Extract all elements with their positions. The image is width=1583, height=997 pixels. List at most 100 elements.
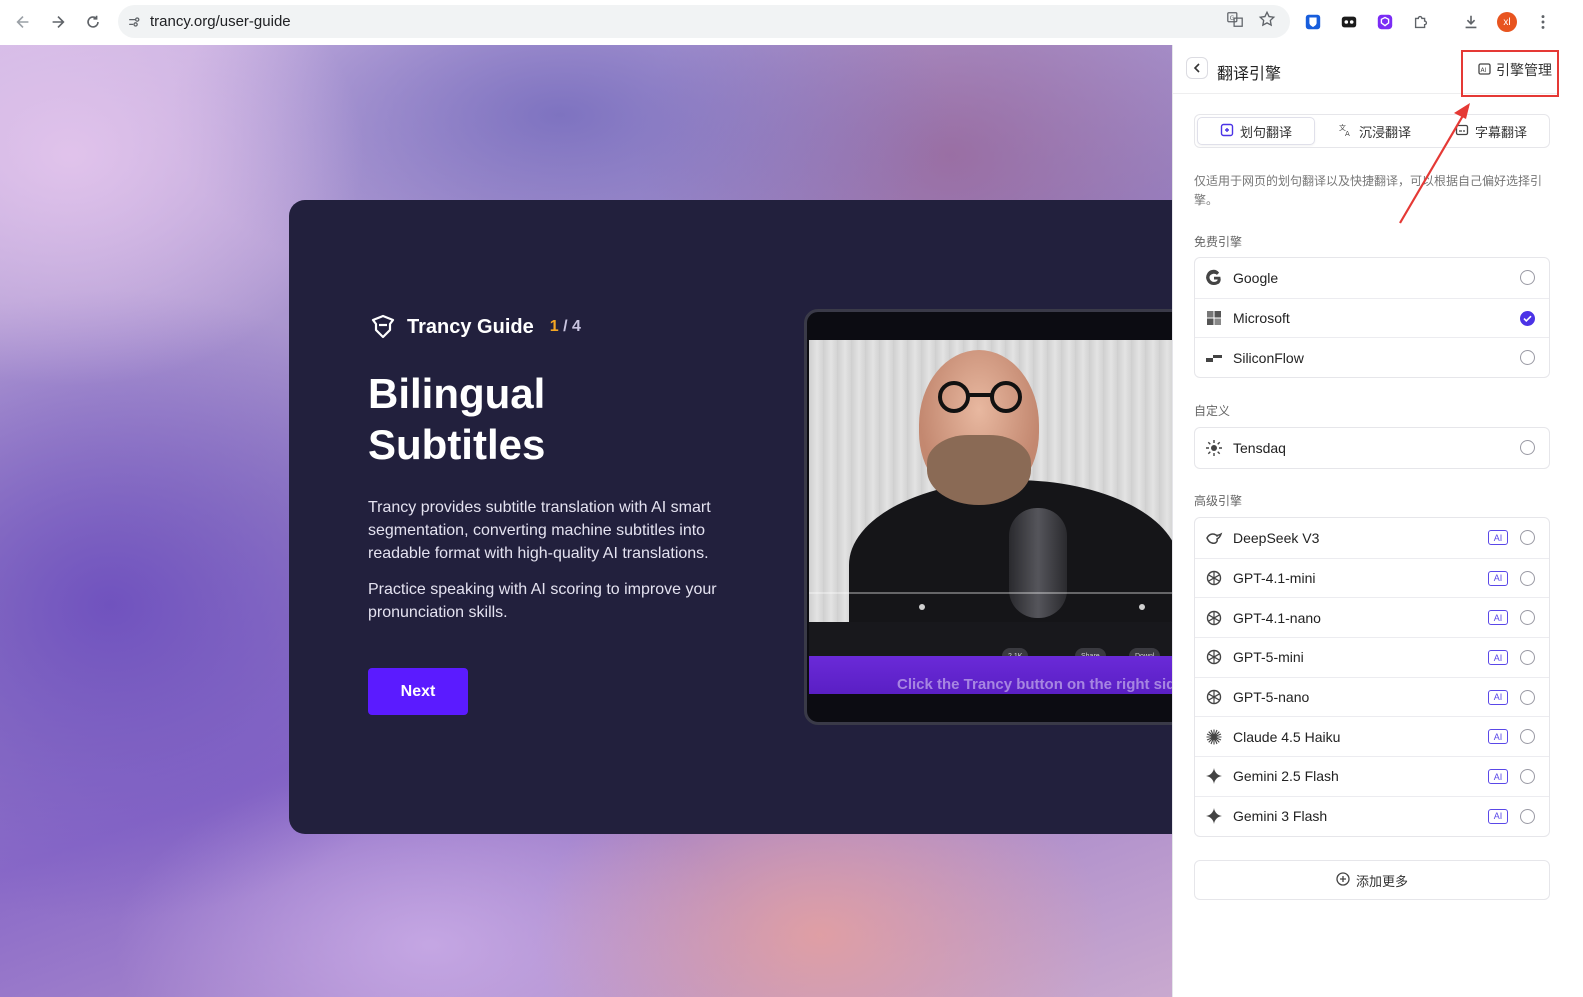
engine-row-gemini-2-5-flash[interactable]: Gemini 2.5 Flash AI — [1195, 756, 1549, 796]
ai-badge: AI — [1488, 769, 1508, 785]
panel-tabs: 划句翻译 文A 沉浸翻译 字幕翻译 — [1194, 114, 1550, 148]
google-icon — [1205, 269, 1223, 287]
engine-row-gpt-4-1-mini[interactable]: GPT-4.1-mini AI — [1195, 557, 1549, 598]
engine-radio[interactable] — [1520, 769, 1535, 785]
panel-back-button[interactable] — [1186, 57, 1208, 79]
subtitle-translate-icon — [1455, 123, 1469, 140]
engine-name: Tensdaq — [1233, 439, 1286, 456]
engine-name: GPT-4.1-nano — [1233, 609, 1321, 626]
guide-step-current: 1 — [549, 318, 559, 335]
bitwarden-extension-icon[interactable] — [1300, 9, 1326, 35]
engine-radio[interactable] — [1520, 808, 1535, 824]
profile-avatar[interactable]: xl — [1494, 9, 1520, 35]
engine-name: GPT-5-nano — [1233, 689, 1310, 706]
translation-engine-panel: 翻译引擎 AI 引擎管理 划句翻译 文A 沉浸翻译 字幕翻译 仅适用于网页的划句… — [1172, 45, 1583, 997]
free-engine-group: Google Microsoft SiliconFlow — [1194, 257, 1550, 379]
video-play-icon[interactable] — [1139, 604, 1145, 610]
url-text[interactable]: trancy.org/user-guide — [150, 13, 291, 30]
engine-row-siliconflow[interactable]: SiliconFlow — [1195, 337, 1549, 377]
guide-brand-row: Trancy Guide 1 / 4 — [369, 313, 581, 341]
engine-name: SiliconFlow — [1233, 349, 1304, 366]
tab-label: 沉浸翻译 — [1358, 124, 1411, 140]
tablet-preview: 2.1K Share Downl Click the Trancy button… — [804, 309, 1175, 725]
video-progress-line[interactable] — [809, 592, 1175, 594]
engine-radio[interactable] — [1520, 440, 1535, 455]
annotation-highlight-box — [1461, 50, 1559, 97]
engine-radio-checked[interactable] — [1520, 310, 1535, 326]
add-more-button[interactable]: 添加更多 — [1194, 860, 1550, 900]
deepseek-icon — [1205, 529, 1223, 547]
svg-text:A: A — [1345, 130, 1350, 137]
browser-menu-icon[interactable] — [1530, 9, 1556, 35]
video-person-beard — [927, 435, 1031, 505]
extensions-puzzle-icon[interactable] — [1408, 9, 1434, 35]
video-control-dot — [919, 604, 925, 610]
address-bar[interactable]: trancy.org/user-guide G — [118, 5, 1290, 38]
forward-arrow-icon[interactable] — [43, 7, 73, 37]
tensdaq-icon — [1205, 439, 1223, 457]
bookmark-star-icon[interactable] — [1258, 10, 1276, 33]
engine-row-gemini-3-flash[interactable]: Gemini 3 Flash AI — [1195, 795, 1549, 836]
engine-radio[interactable] — [1520, 689, 1535, 705]
guide-step-total: / 4 — [558, 318, 581, 335]
translate-page-icon[interactable]: G — [1226, 10, 1244, 33]
engine-radio[interactable] — [1520, 570, 1535, 586]
engine-radio[interactable] — [1520, 610, 1535, 626]
openai-icon — [1205, 688, 1223, 706]
reader-extension-icon[interactable] — [1336, 9, 1362, 35]
tab-selection-translate[interactable]: 划句翻译 — [1197, 117, 1315, 145]
openai-icon — [1205, 648, 1223, 666]
advanced-engine-group: DeepSeek V3 AI GPT-4.1-mini AI GPT-4.1-n… — [1194, 517, 1550, 837]
next-button[interactable]: Next — [368, 668, 468, 715]
engine-name: Google — [1233, 269, 1279, 286]
section-label-advanced: 高级引擎 — [1194, 494, 1243, 508]
claude-icon — [1205, 728, 1223, 746]
engine-row-google[interactable]: Google — [1195, 258, 1549, 298]
engine-row-claude-4-5-haiku[interactable]: Claude 4.5 Haiku AI — [1195, 716, 1549, 756]
microsoft-icon — [1205, 309, 1223, 327]
guide-step-counter: 1 / 4 — [550, 318, 581, 336]
download-icon[interactable] — [1458, 9, 1484, 35]
engine-row-gpt-5-mini[interactable]: GPT-5-mini AI — [1195, 637, 1549, 677]
tab-immersive-translate[interactable]: 文A 沉浸翻译 — [1317, 115, 1433, 147]
engine-radio[interactable] — [1520, 729, 1535, 745]
engine-radio[interactable] — [1520, 270, 1535, 285]
subtitle-text: Click the Trancy button on the right sid… — [897, 676, 1175, 693]
engine-name: Gemini 3 Flash — [1233, 808, 1328, 825]
openai-icon — [1205, 609, 1223, 627]
engine-name: Claude 4.5 Haiku — [1233, 728, 1341, 745]
video-frame — [809, 340, 1175, 622]
reload-icon[interactable] — [78, 7, 108, 37]
engine-name: Gemini 2.5 Flash — [1233, 768, 1339, 785]
back-arrow-icon[interactable] — [8, 7, 38, 37]
ai-badge: AI — [1488, 570, 1508, 586]
ai-badge: AI — [1488, 530, 1508, 545]
gemini-icon — [1205, 807, 1223, 825]
ai-badge: AI — [1488, 729, 1508, 745]
engine-radio[interactable] — [1520, 650, 1535, 666]
engine-name: Microsoft — [1233, 310, 1290, 327]
tab-label: 字幕翻译 — [1474, 124, 1527, 140]
engine-row-gpt-4-1-nano[interactable]: GPT-4.1-nano AI — [1195, 597, 1549, 637]
engine-name: DeepSeek V3 — [1233, 529, 1320, 546]
gemini-icon — [1205, 767, 1223, 785]
video-microphone — [1009, 508, 1067, 618]
engine-row-gpt-5-nano[interactable]: GPT-5-nano AI — [1195, 676, 1549, 717]
site-settings-icon[interactable] — [118, 5, 150, 38]
tab-subtitle-translate[interactable]: 字幕翻译 — [1433, 115, 1549, 147]
custom-engine-group: Tensdaq — [1194, 427, 1550, 469]
page-background: Trancy Guide 1 / 4 Bilingual Subtitles T… — [0, 45, 1175, 997]
trancy-extension-icon[interactable] — [1372, 9, 1398, 35]
avatar-initials: xl — [1497, 12, 1517, 32]
engine-radio[interactable] — [1520, 350, 1535, 366]
section-label-custom: 自定义 — [1194, 404, 1231, 418]
engine-name: GPT-4.1-mini — [1233, 570, 1316, 587]
engine-row-microsoft[interactable]: Microsoft — [1195, 297, 1549, 338]
tab-label: 划句翻译 — [1239, 124, 1292, 140]
engine-radio[interactable] — [1520, 530, 1535, 545]
engine-name: GPT-5-mini — [1233, 649, 1304, 666]
ai-badge: AI — [1488, 689, 1508, 705]
engine-row-deepseek[interactable]: DeepSeek V3 AI — [1195, 518, 1549, 558]
engine-row-tensdaq[interactable]: Tensdaq — [1195, 428, 1549, 468]
plus-circle-icon — [1336, 871, 1350, 889]
